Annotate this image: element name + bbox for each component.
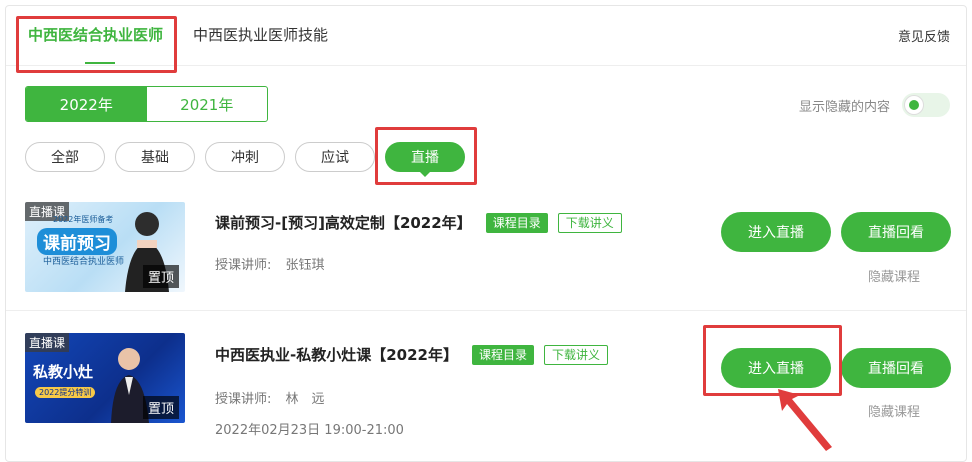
teacher-label: 授课讲师: — [215, 258, 272, 273]
course-title[interactable]: 中西医执业-私教小灶课【2022年】 — [215, 344, 458, 365]
course-thumbnail[interactable]: 直播课 课前预习 中西医结合执业医师 2022年医师备考 置顶 — [25, 202, 185, 292]
download-notes-badge[interactable]: 下载讲义 — [544, 344, 609, 365]
live-course-tag: 直播课 — [25, 333, 70, 352]
hide-course-link[interactable]: 隐藏课程 — [868, 401, 920, 420]
catalog-badge[interactable]: 课程目录 — [471, 344, 534, 365]
tab-physician-skills[interactable]: 中西医执业医师技能 — [193, 24, 328, 45]
tab-integrated-physician[interactable]: 中西医结合执业医师 — [28, 24, 163, 45]
teacher-info: 授课讲师: 林 远 — [215, 388, 325, 407]
active-tab-indicator — [85, 62, 115, 64]
download-notes-badge[interactable]: 下载讲义 — [557, 212, 622, 233]
show-hidden-label: 显示隐藏的内容 — [798, 99, 890, 115]
thumbnail-title: 课前预习 — [37, 228, 117, 255]
exam-tabs: 中西医结合执业医师 中西医执业医师技能 意见反馈 — [6, 6, 966, 66]
catalog-badge[interactable]: 课程目录 — [485, 212, 548, 233]
thumbnail-subtitle: 2022提分特训 — [35, 387, 96, 398]
live-replay-button[interactable]: 直播回看 — [841, 212, 951, 252]
course-thumbnail[interactable]: 直播课 私教小灶 2022提分特训 置顶 — [25, 333, 185, 423]
teacher-name: 林 远 — [285, 392, 325, 407]
course-datetime: 2022年02月23日 19:00-21:00 — [215, 423, 404, 438]
teacher-label: 授课讲师: — [215, 392, 272, 407]
live-replay-button[interactable]: 直播回看 — [841, 348, 951, 388]
course-title-line: 中西医执业-私教小灶课【2022年】 课程目录 下载讲义 — [215, 344, 609, 365]
course-row: 直播课 课前预习 中西医结合执业医师 2022年医师备考 置顶 课前预习-[预习… — [6, 191, 966, 311]
filter-live[interactable]: 直播 — [385, 142, 465, 177]
filter-basic[interactable]: 基础 — [115, 142, 195, 172]
filter-exam[interactable]: 应试 — [295, 142, 375, 172]
enter-live-button[interactable]: 进入直播 — [721, 348, 831, 388]
year-2022-button[interactable]: 2022年 — [26, 87, 147, 121]
course-title-line: 课前预习-[预习]高效定制【2022年】 课程目录 下载讲义 — [215, 212, 622, 233]
teacher-info: 授课讲师: 张钰琪 — [215, 254, 325, 273]
filter-all[interactable]: 全部 — [25, 142, 105, 172]
show-hidden-control: 显示隐藏的内容 — [799, 93, 950, 117]
show-hidden-switch[interactable] — [902, 93, 950, 117]
category-filters: 全部 基础 冲刺 应试 直播 — [25, 142, 475, 177]
pinned-badge: 置顶 — [142, 396, 179, 419]
course-title[interactable]: 课前预习-[预习]高效定制【2022年】 — [215, 212, 472, 233]
switch-knob — [905, 96, 923, 114]
teacher-name: 张钰琪 — [285, 258, 325, 273]
thumbnail-title: 私教小灶 — [33, 363, 94, 381]
pinned-badge: 置顶 — [142, 265, 179, 288]
thumbnail-small: 2022年医师备考 — [53, 215, 114, 224]
thumbnail-subtitle: 中西医结合执业医师 — [43, 257, 125, 267]
hide-course-link[interactable]: 隐藏课程 — [868, 266, 920, 285]
filter-sprint[interactable]: 冲刺 — [205, 142, 285, 172]
enter-live-button[interactable]: 进入直播 — [721, 212, 831, 252]
feedback-link[interactable]: 意见反馈 — [898, 26, 950, 45]
year-2021-button[interactable]: 2021年 — [147, 87, 268, 121]
annotation-arrow-icon — [778, 389, 832, 451]
year-switch: 2022年 2021年 — [25, 86, 268, 122]
